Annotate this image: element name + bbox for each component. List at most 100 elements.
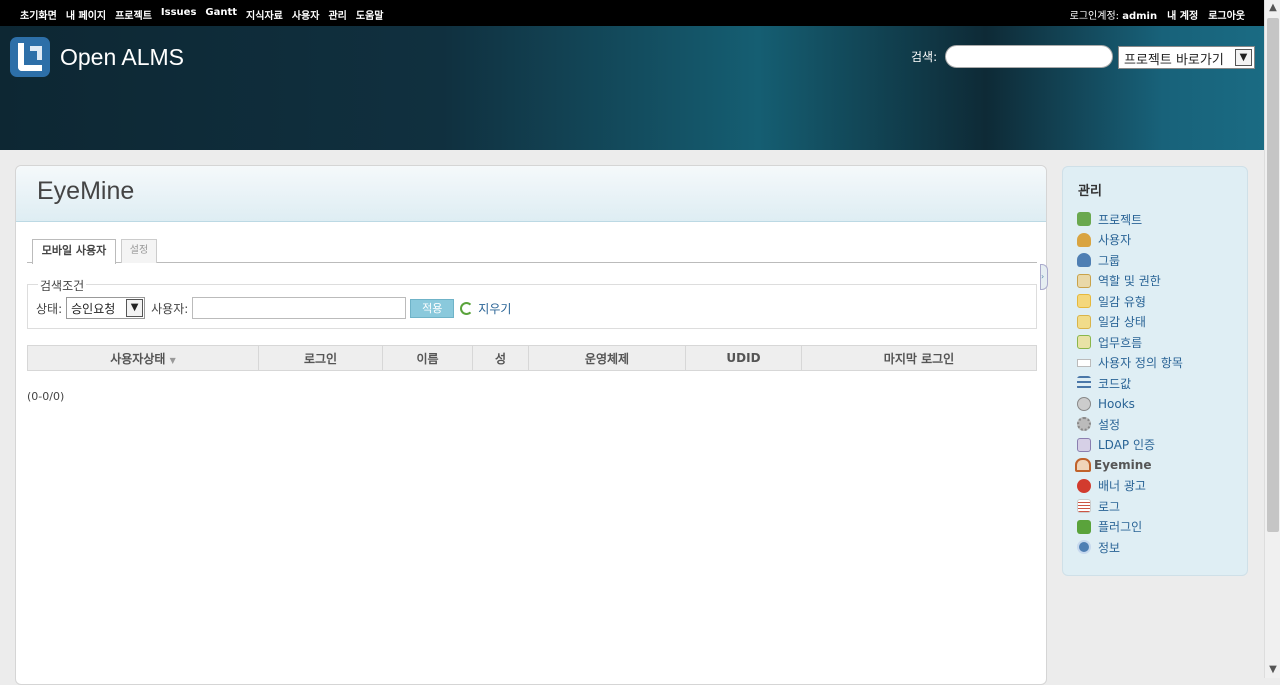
custom-fields-icon xyxy=(1077,358,1091,367)
account-menu: 로그인계정: admin 내 계정 로그아웃 xyxy=(1070,7,1245,22)
workflow-icon xyxy=(1077,335,1091,350)
sidebar-item-groups[interactable]: 그룹 xyxy=(1077,250,1242,271)
top-menu-users[interactable]: 사용자 xyxy=(292,7,320,22)
site-title[interactable]: Open ALMS xyxy=(60,44,184,71)
sidebar-item-label: 역할 및 권한 xyxy=(1098,274,1161,289)
group-icon xyxy=(1077,253,1091,268)
sidebar-item-label: Eyemine xyxy=(1094,458,1152,473)
sidebar-item-ldap[interactable]: LDAP 인증 xyxy=(1077,435,1242,456)
sidebar-item-custom-fields[interactable]: 사용자 정의 항목 xyxy=(1077,353,1242,374)
logo-icon[interactable] xyxy=(10,37,50,77)
sidebar-item-label: 사용자 정의 항목 xyxy=(1098,356,1183,371)
hooks-icon xyxy=(1077,396,1091,411)
project-jump-select[interactable]: 프로젝트 바로가기 ▼ xyxy=(1118,46,1255,69)
status-select[interactable]: 승인요청 ▼ xyxy=(66,297,146,319)
clear-link[interactable]: 지우기 xyxy=(478,300,511,317)
chevron-down-icon[interactable]: ▼ xyxy=(126,299,144,317)
sidebar-item-label: 일감 상태 xyxy=(1098,315,1146,330)
apply-button[interactable]: 적용 xyxy=(410,298,455,318)
sidebar-item-trackers[interactable]: 일감 유형 xyxy=(1077,291,1242,312)
sidebar-title: 관리 xyxy=(1078,184,1102,199)
enumerations-icon xyxy=(1077,376,1091,391)
logged-in-label: 로그인계정: xyxy=(1069,11,1120,22)
column-udid[interactable]: UDID xyxy=(685,345,802,371)
page-scrollbar[interactable]: ▲ ▼ xyxy=(1264,0,1280,678)
sidebar-toggle[interactable]: › xyxy=(1040,264,1048,290)
scroll-up-icon[interactable]: ▲ xyxy=(1265,0,1280,16)
top-menu-home[interactable]: 초기화면 xyxy=(20,7,57,22)
top-menu-issues[interactable]: Issues xyxy=(161,7,196,22)
reload-icon[interactable] xyxy=(460,301,474,315)
my-account-link[interactable]: 내 계정 xyxy=(1167,7,1198,22)
sidebar-item-settings[interactable]: 설정 xyxy=(1077,414,1242,435)
user-filter-input[interactable] xyxy=(192,297,407,319)
scrollbar-thumb[interactable] xyxy=(1267,18,1279,532)
top-menu-projects[interactable]: 프로젝트 xyxy=(115,7,152,22)
sidebar-item-eyemine[interactable]: Eyemine xyxy=(1075,455,1242,476)
chevron-down-icon[interactable]: ▼ xyxy=(1235,49,1252,66)
logout-link[interactable]: 로그아웃 xyxy=(1208,7,1245,22)
plugins-icon xyxy=(1077,519,1091,534)
projects-icon xyxy=(1077,212,1091,227)
page-title: EyeMine xyxy=(37,177,135,205)
column-user-status-label: 사용자상태 xyxy=(110,351,166,366)
column-user-status[interactable]: 사용자상태 ▼ xyxy=(27,345,259,371)
sidebar-item-label: 그룹 xyxy=(1098,253,1121,268)
column-first-name[interactable]: 이름 xyxy=(382,345,473,371)
sidebar-item-enumerations[interactable]: 코드값 xyxy=(1077,373,1242,394)
pagination: (0-0/0) xyxy=(27,390,65,403)
sidebar-item-workflow[interactable]: 업무흐름 xyxy=(1077,332,1242,353)
user-label: 사용자: xyxy=(151,301,189,316)
search-input[interactable] xyxy=(945,45,1113,68)
sidebar-item-label: 프로젝트 xyxy=(1098,212,1143,227)
search-label: 검색: xyxy=(911,50,938,64)
sidebar-item-hooks[interactable]: Hooks xyxy=(1077,394,1242,415)
sidebar-item-info[interactable]: 정보 xyxy=(1077,537,1242,558)
sidebar-item-issue-statuses[interactable]: 일감 상태 xyxy=(1077,312,1242,333)
column-last-name[interactable]: 성 xyxy=(472,345,529,371)
sidebar-item-projects[interactable]: 프로젝트 xyxy=(1077,209,1242,230)
top-menu-gantt[interactable]: Gantt xyxy=(205,7,237,22)
top-menu-links: 초기화면 내 페이지 프로젝트 Issues Gantt 지식자료 사용자 관리… xyxy=(20,7,383,22)
sidebar-item-plugins[interactable]: 플러그인 xyxy=(1077,517,1242,538)
status-icon xyxy=(1077,314,1091,329)
sidebar-item-label: LDAP 인증 xyxy=(1098,438,1156,453)
top-menu-help[interactable]: 도움말 xyxy=(356,7,384,22)
tab-settings[interactable]: 설정 xyxy=(121,239,157,263)
sidebar-item-users[interactable]: 사용자 xyxy=(1077,230,1242,251)
column-os[interactable]: 운영체제 xyxy=(528,345,686,371)
sidebar-item-label: 정보 xyxy=(1098,540,1121,555)
sidebar-item-label: 업무흐름 xyxy=(1098,335,1143,350)
project-jump-value: 프로젝트 바로가기 xyxy=(1124,53,1224,68)
tabs: 모바일 사용자 설정 xyxy=(27,239,1037,264)
tab-mobile-users[interactable]: 모바일 사용자 xyxy=(32,239,116,264)
column-last-login[interactable]: 마지막 로그인 xyxy=(801,345,1037,371)
sidebar-item-roles[interactable]: 역할 및 권한 xyxy=(1077,271,1242,292)
status-label: 상태: xyxy=(36,301,63,316)
column-login[interactable]: 로그인 xyxy=(258,345,383,371)
top-menu: 초기화면 내 페이지 프로젝트 Issues Gantt 지식자료 사용자 관리… xyxy=(0,0,1264,26)
info-icon xyxy=(1077,540,1091,555)
filter-legend: 검색조건 xyxy=(38,277,87,294)
filter-fieldset: 검색조건 상태: 승인요청 ▼ 사용자: 적용 지우기 xyxy=(27,277,1037,329)
scroll-down-icon[interactable]: ▼ xyxy=(1265,662,1280,678)
logged-in-user[interactable]: admin xyxy=(1122,11,1157,22)
top-menu-admin[interactable]: 관리 xyxy=(328,7,346,22)
top-menu-my-page[interactable]: 내 페이지 xyxy=(66,7,106,22)
sidebar-item-label: 배너 광고 xyxy=(1098,479,1146,494)
sidebar-item-label: 코드값 xyxy=(1098,376,1132,391)
banner-icon xyxy=(1077,478,1091,493)
sidebar-item-log[interactable]: 로그 xyxy=(1077,496,1242,517)
sidebar-item-banner[interactable]: 배너 광고 xyxy=(1077,476,1242,497)
ldap-icon xyxy=(1077,437,1091,452)
chevron-right-icon: › xyxy=(1041,272,1045,281)
table-header-row: 사용자상태 ▼ 로그인 이름 성 운영체제 UDID 마지막 로그인 xyxy=(27,345,1037,371)
sidebar-item-label: Hooks xyxy=(1098,396,1135,411)
top-menu-knowledge[interactable]: 지식자료 xyxy=(246,7,283,22)
header: Open ALMS 검색: 프로젝트 바로가기 ▼ xyxy=(0,26,1264,150)
sidebar-item-label: 로그 xyxy=(1098,499,1121,514)
tracker-icon xyxy=(1077,294,1091,309)
user-icon xyxy=(1077,232,1091,247)
status-select-value: 승인요청 xyxy=(71,302,116,316)
admin-menu: 프로젝트 사용자 그룹 역할 및 권한 일감 유형 일감 상태 업무흐름 사용자… xyxy=(1075,209,1242,558)
